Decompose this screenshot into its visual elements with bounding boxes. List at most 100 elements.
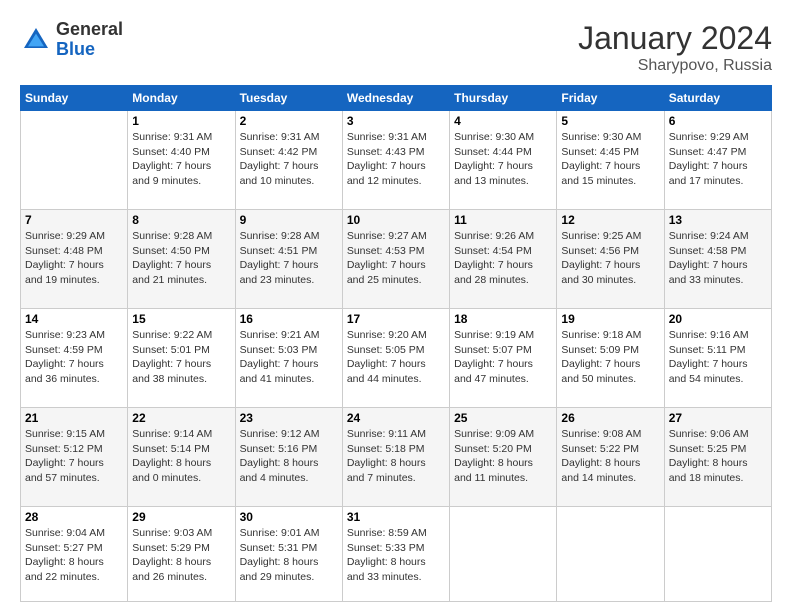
day-info: Sunrise: 9:29 AM Sunset: 4:48 PM Dayligh…: [25, 229, 123, 288]
day-info: Sunrise: 9:26 AM Sunset: 4:54 PM Dayligh…: [454, 229, 552, 288]
calendar-cell: 12 Sunrise: 9:25 AM Sunset: 4:56 PM Dayli…: [557, 209, 664, 308]
day-info: Sunrise: 9:30 AM Sunset: 4:44 PM Dayligh…: [454, 130, 552, 189]
calendar-cell: 20 Sunrise: 9:16 AM Sunset: 5:11 PM Dayli…: [664, 308, 771, 407]
calendar-cell: 25Sunrise: 9:09 AM Sunset: 5:20 PM Dayli…: [450, 407, 557, 506]
calendar-cell: 4 Sunrise: 9:30 AM Sunset: 4:44 PM Daylig…: [450, 111, 557, 210]
day-number: 9: [240, 213, 338, 227]
day-number: 21: [25, 411, 123, 425]
calendar-cell: 16 Sunrise: 9:21 AM Sunset: 5:03 PM Dayli…: [235, 308, 342, 407]
calendar-header-row: SundayMondayTuesdayWednesdayThursdayFrid…: [21, 86, 772, 111]
calendar-cell: 27 Sunrise: 9:06 AM Sunset: 5:25 PM Dayli…: [664, 407, 771, 506]
calendar-cell: 15 Sunrise: 9:22 AM Sunset: 5:01 PM Dayli…: [128, 308, 235, 407]
day-info: Sunrise: 9:03 AM Sunset: 5:29 PM Dayligh…: [132, 526, 230, 585]
day-info: Sunrise: 9:04 AM Sunset: 5:27 PM Dayligh…: [25, 526, 123, 585]
day-number: 28: [25, 510, 123, 524]
calendar-day-header: Monday: [128, 86, 235, 111]
calendar-cell: 7 Sunrise: 9:29 AM Sunset: 4:48 PM Daylig…: [21, 209, 128, 308]
calendar-cell: 11 Sunrise: 9:26 AM Sunset: 4:54 PM Dayli…: [450, 209, 557, 308]
day-info: Sunrise: 9:16 AM Sunset: 5:11 PM Dayligh…: [669, 328, 767, 387]
calendar-cell: 10 Sunrise: 9:27 AM Sunset: 4:53 PM Dayli…: [342, 209, 449, 308]
calendar-cell: [450, 506, 557, 601]
day-number: 17: [347, 312, 445, 326]
day-number: 7: [25, 213, 123, 227]
day-number: 11: [454, 213, 552, 227]
day-number: 27: [669, 411, 767, 425]
calendar-cell: 30 Sunrise: 9:01 AM Sunset: 5:31 PM Dayli…: [235, 506, 342, 601]
day-number: 23: [240, 411, 338, 425]
calendar-cell: 21 Sunrise: 9:15 AM Sunset: 5:12 PM Dayli…: [21, 407, 128, 506]
day-number: 20: [669, 312, 767, 326]
title-area: January 2024 Sharypovo, Russia: [578, 20, 772, 75]
calendar-day-header: Thursday: [450, 86, 557, 111]
calendar-cell: 31 Sunrise: 8:59 AM Sunset: 5:33 PM Dayli…: [342, 506, 449, 601]
day-info: Sunrise: 9:15 AM Sunset: 5:12 PM Dayligh…: [25, 427, 123, 486]
day-info: Sunrise: 9:21 AM Sunset: 5:03 PM Dayligh…: [240, 328, 338, 387]
calendar-cell: [557, 506, 664, 601]
day-number: 1: [132, 114, 230, 128]
calendar-cell: 3Sunrise: 9:31 AM Sunset: 4:43 PM Daylig…: [342, 111, 449, 210]
day-info: Sunrise: 9:31 AM Sunset: 4:40 PM Dayligh…: [132, 130, 230, 189]
calendar-cell: 5 Sunrise: 9:30 AM Sunset: 4:45 PM Daylig…: [557, 111, 664, 210]
logo-icon: [20, 24, 52, 56]
day-info: Sunrise: 9:28 AM Sunset: 4:51 PM Dayligh…: [240, 229, 338, 288]
day-number: 15: [132, 312, 230, 326]
day-info: Sunrise: 9:19 AM Sunset: 5:07 PM Dayligh…: [454, 328, 552, 387]
day-info: Sunrise: 9:09 AM Sunset: 5:20 PM Dayligh…: [454, 427, 552, 486]
calendar-cell: 22 Sunrise: 9:14 AM Sunset: 5:14 PM Dayli…: [128, 407, 235, 506]
day-info: Sunrise: 9:30 AM Sunset: 4:45 PM Dayligh…: [561, 130, 659, 189]
day-info: Sunrise: 8:59 AM Sunset: 5:33 PM Dayligh…: [347, 526, 445, 585]
calendar-cell: 29 Sunrise: 9:03 AM Sunset: 5:29 PM Dayli…: [128, 506, 235, 601]
day-info: Sunrise: 9:11 AM Sunset: 5:18 PM Dayligh…: [347, 427, 445, 486]
calendar-day-header: Wednesday: [342, 86, 449, 111]
calendar-day-header: Tuesday: [235, 86, 342, 111]
page: General Blue January 2024 Sharypovo, Rus…: [0, 0, 792, 612]
calendar-cell: 1 Sunrise: 9:31 AM Sunset: 4:40 PM Daylig…: [128, 111, 235, 210]
day-number: 24: [347, 411, 445, 425]
day-number: 10: [347, 213, 445, 227]
day-info: Sunrise: 9:31 AM Sunset: 4:42 PM Dayligh…: [240, 130, 338, 189]
logo-text: General Blue: [56, 20, 123, 60]
calendar-table: SundayMondayTuesdayWednesdayThursdayFrid…: [20, 85, 772, 602]
day-number: 16: [240, 312, 338, 326]
day-info: Sunrise: 9:23 AM Sunset: 4:59 PM Dayligh…: [25, 328, 123, 387]
calendar-day-header: Saturday: [664, 86, 771, 111]
day-number: 13: [669, 213, 767, 227]
calendar-cell: 24 Sunrise: 9:11 AM Sunset: 5:18 PM Dayli…: [342, 407, 449, 506]
day-number: 12: [561, 213, 659, 227]
calendar-cell: 6 Sunrise: 9:29 AM Sunset: 4:47 PM Daylig…: [664, 111, 771, 210]
day-number: 26: [561, 411, 659, 425]
logo: General Blue: [20, 20, 123, 60]
day-number: 14: [25, 312, 123, 326]
day-number: 2: [240, 114, 338, 128]
day-number: 22: [132, 411, 230, 425]
day-info: Sunrise: 9:08 AM Sunset: 5:22 PM Dayligh…: [561, 427, 659, 486]
day-number: 6: [669, 114, 767, 128]
day-info: Sunrise: 9:28 AM Sunset: 4:50 PM Dayligh…: [132, 229, 230, 288]
month-title: January 2024: [578, 20, 772, 57]
day-number: 31: [347, 510, 445, 524]
day-number: 30: [240, 510, 338, 524]
logo-general: General: [56, 20, 123, 40]
day-info: Sunrise: 9:25 AM Sunset: 4:56 PM Dayligh…: [561, 229, 659, 288]
calendar-cell: 17Sunrise: 9:20 AM Sunset: 5:05 PM Dayli…: [342, 308, 449, 407]
day-info: Sunrise: 9:31 AM Sunset: 4:43 PM Dayligh…: [347, 130, 445, 189]
day-info: Sunrise: 9:18 AM Sunset: 5:09 PM Dayligh…: [561, 328, 659, 387]
calendar-cell: 26 Sunrise: 9:08 AM Sunset: 5:22 PM Dayli…: [557, 407, 664, 506]
day-info: Sunrise: 9:22 AM Sunset: 5:01 PM Dayligh…: [132, 328, 230, 387]
day-info: Sunrise: 9:06 AM Sunset: 5:25 PM Dayligh…: [669, 427, 767, 486]
day-info: Sunrise: 9:29 AM Sunset: 4:47 PM Dayligh…: [669, 130, 767, 189]
calendar-cell: [21, 111, 128, 210]
calendar-cell: 8Sunrise: 9:28 AM Sunset: 4:50 PM Daylig…: [128, 209, 235, 308]
day-number: 19: [561, 312, 659, 326]
day-number: 5: [561, 114, 659, 128]
day-number: 4: [454, 114, 552, 128]
day-info: Sunrise: 9:01 AM Sunset: 5:31 PM Dayligh…: [240, 526, 338, 585]
day-info: Sunrise: 9:27 AM Sunset: 4:53 PM Dayligh…: [347, 229, 445, 288]
calendar-cell: 19 Sunrise: 9:18 AM Sunset: 5:09 PM Dayli…: [557, 308, 664, 407]
calendar-cell: 23Sunrise: 9:12 AM Sunset: 5:16 PM Dayli…: [235, 407, 342, 506]
day-number: 29: [132, 510, 230, 524]
calendar-cell: 9 Sunrise: 9:28 AM Sunset: 4:51 PM Daylig…: [235, 209, 342, 308]
header: General Blue January 2024 Sharypovo, Rus…: [20, 20, 772, 75]
calendar-day-header: Sunday: [21, 86, 128, 111]
day-info: Sunrise: 9:14 AM Sunset: 5:14 PM Dayligh…: [132, 427, 230, 486]
